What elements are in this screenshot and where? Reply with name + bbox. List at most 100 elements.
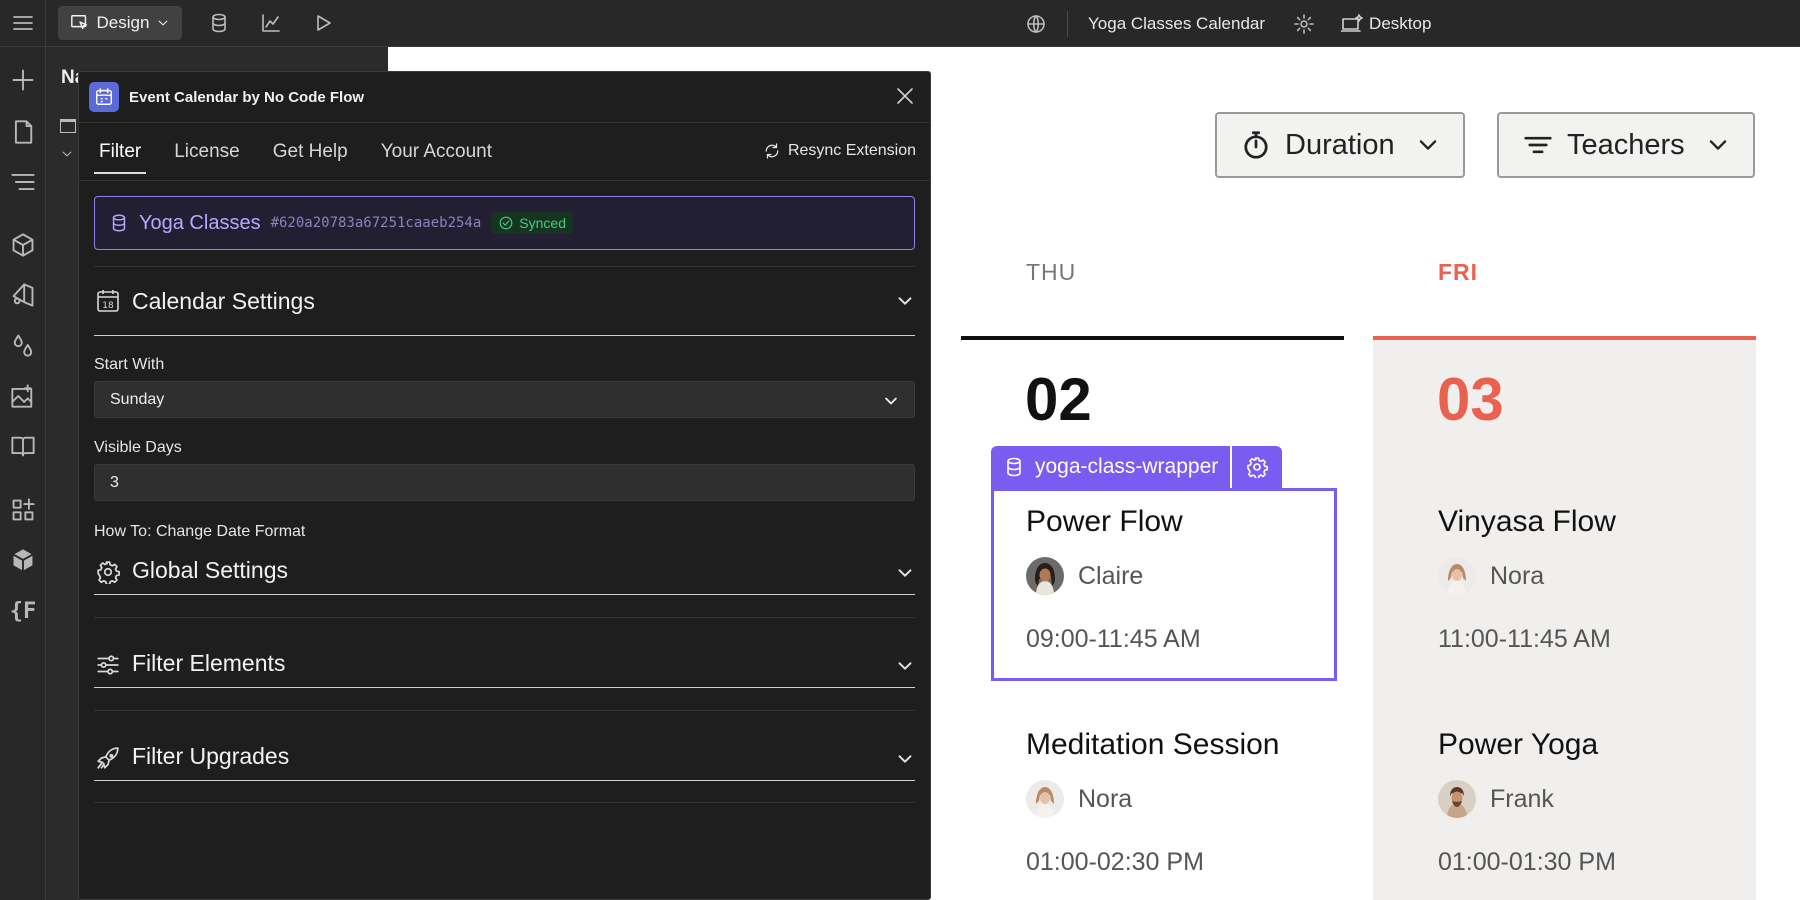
section-title: Global Settings	[132, 557, 288, 583]
stopwatch-icon	[1244, 131, 1268, 159]
extension-box-icon[interactable]	[0, 547, 46, 573]
collection-id: #620a20783a67251caaeb254a	[270, 215, 482, 231]
extension-title: Event Calendar by No Code Flow	[129, 88, 365, 106]
resync-label: Resync Extension	[787, 142, 916, 159]
selected-element-tag[interactable]: yoga-class-wrapper	[991, 446, 1283, 488]
event-title[interactable]: Power Flow	[1026, 505, 1183, 539]
change-date-format-link[interactable]: How To: Change Date Format	[94, 523, 915, 541]
resync-extension-button[interactable]: Resync Extension	[763, 142, 916, 160]
svg-text:18: 18	[102, 301, 114, 311]
teacher-name: Claire	[1078, 561, 1144, 590]
breakpoint-label[interactable]: Desktop	[1369, 14, 1431, 34]
teacher-avatar	[1026, 780, 1064, 818]
global-settings-section-header[interactable]: Global Settings	[94, 541, 915, 595]
color-swatches-drops-icon[interactable]	[0, 332, 46, 358]
apps-grid-plus-icon[interactable]	[0, 497, 46, 523]
start-with-select[interactable]: Sunday	[94, 381, 915, 418]
day-number-fri: 03	[1437, 366, 1504, 433]
extension-header: Event Calendar by No Code Flow	[79, 72, 930, 123]
filter-upgrades-section-header[interactable]: Filter Upgrades	[94, 711, 915, 781]
database-icon	[1007, 457, 1021, 477]
assets-image-icon[interactable]	[0, 383, 46, 409]
teachers-label: Teachers	[1567, 128, 1685, 161]
chevron-down-icon[interactable]	[895, 291, 915, 311]
mode-label: Design	[96, 13, 150, 32]
components-cube-icon[interactable]	[0, 232, 46, 258]
teacher-name: Nora	[1078, 784, 1133, 813]
tab-your-account[interactable]: Your Account	[376, 135, 497, 169]
top-toolbar: Design Yoga Classes Calendar Desktop	[0, 0, 1800, 47]
tab-license[interactable]: License	[169, 135, 245, 169]
page-settings-gear-icon[interactable]	[1293, 13, 1315, 35]
hamburger-menu-icon[interactable]	[0, 0, 46, 47]
teacher-name: Nora	[1490, 561, 1545, 590]
page-name[interactable]: Yoga Classes Calendar	[1088, 14, 1265, 34]
visible-days-value: 3	[110, 473, 119, 491]
start-with-label: Start With	[94, 356, 165, 373]
filter-elements-section-header[interactable]: Filter Elements	[94, 618, 915, 688]
event-teacher: Frank	[1438, 780, 1554, 818]
gear-icon	[96, 560, 120, 584]
style-selectors-icon[interactable]	[0, 282, 46, 308]
synced-label: Synced	[519, 215, 566, 231]
element-settings-gear-icon[interactable]	[1232, 456, 1282, 478]
rocket-icon	[96, 746, 120, 770]
teacher-avatar	[1438, 557, 1476, 595]
teacher-name: Frank	[1490, 784, 1554, 813]
teacher-avatar	[1438, 780, 1476, 818]
tab-get-help[interactable]: Get Help	[268, 135, 353, 169]
extension-tabs: Filter License Get Help Your Account Res…	[79, 123, 930, 181]
calendar-settings-section-header[interactable]: 18 Calendar Settings	[94, 267, 915, 336]
chevron-down-icon[interactable]	[895, 749, 915, 769]
chevron-down-icon	[882, 392, 900, 410]
event-title[interactable]: Meditation Session	[1026, 728, 1279, 762]
body-element-icon[interactable]	[60, 119, 76, 133]
analytics-chart-icon[interactable]	[260, 12, 282, 34]
event-title[interactable]: Power Yoga	[1438, 728, 1598, 762]
teacher-avatar	[1026, 557, 1064, 595]
event-time: 11:00-11:45 AM	[1438, 625, 1611, 653]
day-underline-fri	[1373, 336, 1756, 340]
design-canvas[interactable]: Duration Teachers THU FRI 02 03 yoga-cla…	[931, 47, 1800, 900]
pages-icon[interactable]	[0, 119, 46, 145]
check-circle-icon	[499, 216, 513, 230]
visible-days-input[interactable]: 3	[94, 464, 915, 501]
selected-element-name: yoga-class-wrapper	[1035, 455, 1219, 478]
teachers-filter-button[interactable]: Teachers	[1497, 112, 1755, 178]
section-title: Filter Elements	[132, 650, 286, 676]
event-teacher: Claire	[1026, 557, 1143, 595]
close-icon[interactable]	[894, 85, 916, 107]
collection-card[interactable]: Yoga Classes #620a20783a67251caaeb254a S…	[94, 196, 915, 250]
refresh-icon	[765, 143, 779, 159]
calendar-18-icon: 18	[96, 289, 120, 313]
database-icon[interactable]	[208, 12, 230, 34]
desktop-breakpoint-icon[interactable]	[1341, 13, 1363, 35]
chevron-down-icon[interactable]	[60, 147, 74, 161]
filter-lines-icon	[1524, 136, 1552, 154]
duration-filter-button[interactable]: Duration	[1215, 112, 1465, 178]
day-name-fri: FRI	[1438, 259, 1479, 285]
event-time: 01:00-01:30 PM	[1438, 848, 1616, 876]
add-element-plus-icon[interactable]	[0, 67, 46, 93]
chevron-down-icon[interactable]	[895, 563, 915, 583]
event-time: 01:00-02:30 PM	[1026, 848, 1204, 876]
event-title[interactable]: Vinyasa Flow	[1438, 505, 1616, 539]
day-number-thu: 02	[1025, 366, 1092, 433]
database-icon	[112, 214, 126, 232]
toolbar-divider	[1067, 10, 1068, 37]
design-mode-dropdown[interactable]: Design	[58, 6, 182, 40]
chevron-down-icon[interactable]	[895, 656, 915, 676]
synced-badge: Synced	[491, 212, 573, 234]
day-underline-thu	[961, 336, 1344, 340]
tab-filter[interactable]: Filter	[94, 135, 147, 174]
duration-label: Duration	[1285, 128, 1395, 161]
preview-play-icon[interactable]	[312, 12, 334, 34]
event-time: 09:00-11:45 AM	[1026, 625, 1201, 653]
navigator-icon[interactable]	[0, 169, 46, 195]
left-toolbar: {F	[0, 47, 46, 900]
cms-book-icon[interactable]	[0, 433, 46, 459]
globe-icon[interactable]	[1025, 13, 1047, 35]
chevron-down-icon	[1709, 140, 1726, 150]
finsweet-app-icon[interactable]: {F	[0, 599, 46, 624]
section-title: Filter Upgrades	[132, 743, 290, 769]
